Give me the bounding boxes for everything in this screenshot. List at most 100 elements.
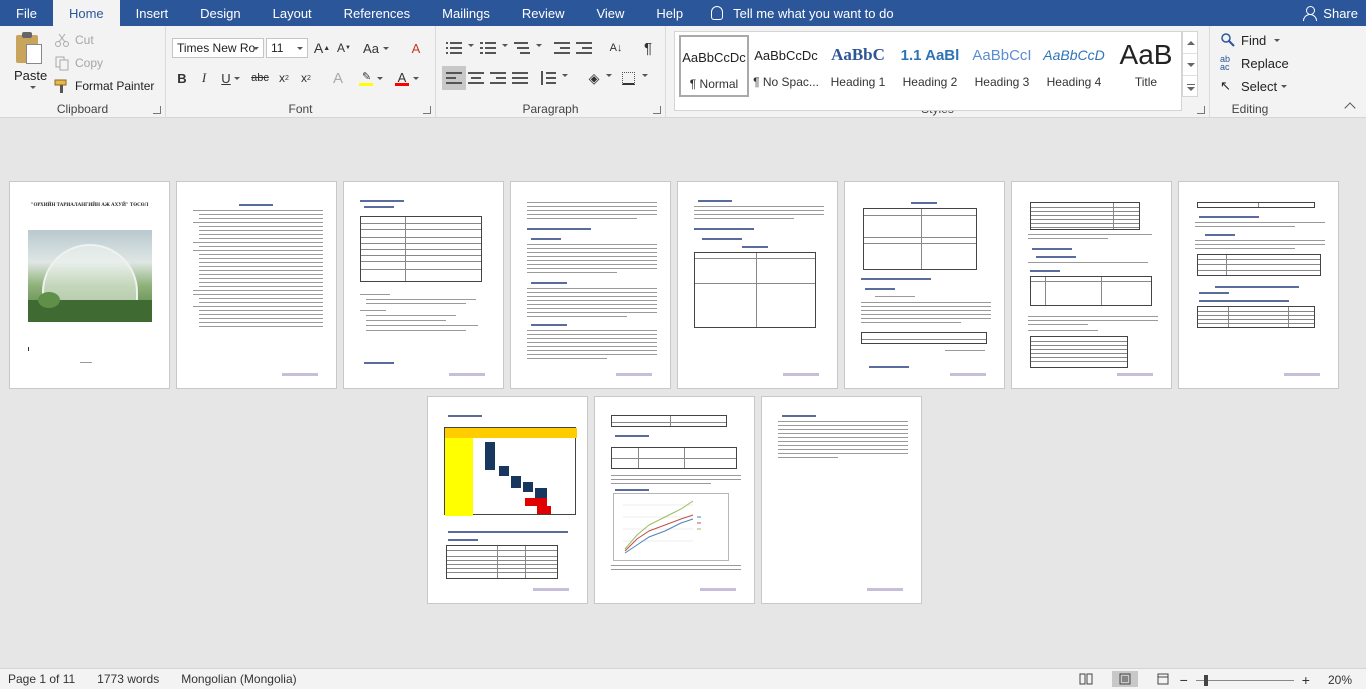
share-button[interactable]: Share — [1303, 0, 1358, 26]
tab-mailings[interactable]: Mailings — [426, 0, 506, 26]
styles-launcher-icon[interactable] — [1197, 106, 1205, 114]
strikethrough-icon[interactable]: abc — [250, 68, 270, 88]
editing-group-label: Editing — [1231, 102, 1269, 116]
page-thumbnail[interactable] — [176, 181, 337, 389]
style-title[interactable]: AaB Title — [1111, 35, 1181, 97]
clear-formatting-icon[interactable]: A — [406, 38, 426, 58]
sort-icon[interactable]: A↓ — [606, 38, 626, 58]
page-thumbnail[interactable] — [594, 396, 755, 604]
change-case-icon[interactable]: Aa — [362, 38, 390, 58]
underline-dropdown[interactable] — [232, 68, 242, 88]
format-painter-button[interactable]: Format Painter — [54, 78, 154, 94]
document-area[interactable]: "ОРХИЙН ТАРИАЛАНГИЙН АЖ АХУЙ" ТӨСӨЛ — [0, 119, 1366, 668]
paste-icon[interactable] — [14, 32, 44, 66]
tab-help[interactable]: Help — [640, 0, 699, 26]
zoom-out-icon[interactable]: − — [1180, 672, 1188, 688]
bullets-dropdown[interactable] — [464, 44, 474, 47]
style-normal[interactable]: AaBbCcDc ¶ Normal — [679, 35, 749, 97]
align-center-icon[interactable] — [468, 71, 484, 85]
line-spacing-icon[interactable] — [540, 71, 556, 85]
page-thumbnail[interactable]: "ОРХИЙН ТАРИАЛАНГИЙН АЖ АХУЙ" ТӨСӨЛ — [9, 181, 170, 389]
web-layout-button[interactable] — [1150, 671, 1176, 687]
page-thumbnail[interactable] — [844, 181, 1005, 389]
read-mode-button[interactable] — [1073, 671, 1099, 687]
font-family-value: Times New Ro — [177, 41, 256, 55]
paste-button[interactable]: Paste — [14, 68, 47, 83]
page-thumbnail[interactable] — [1178, 181, 1339, 389]
word-count[interactable]: 1773 words — [97, 672, 159, 686]
shading-dropdown[interactable] — [602, 74, 612, 77]
page-thumbnail[interactable] — [677, 181, 838, 389]
justify-icon[interactable] — [512, 71, 528, 85]
highlight-color-icon[interactable]: ✎ — [358, 68, 384, 88]
scroll-down-icon[interactable] — [1183, 54, 1197, 76]
zoom-slider[interactable] — [1195, 674, 1294, 686]
tab-references[interactable]: References — [328, 0, 426, 26]
style-heading-1[interactable]: AaBbC Heading 1 — [823, 35, 893, 97]
page-thumbnail[interactable] — [343, 181, 504, 389]
shading-icon[interactable]: ◈ — [584, 68, 604, 88]
paste-dropdown[interactable] — [26, 86, 36, 89]
font-family-select[interactable]: Times New Ro — [172, 38, 264, 58]
collapse-ribbon-icon[interactable] — [1344, 102, 1356, 114]
tell-me-search[interactable]: Tell me what you want to do — [699, 0, 894, 26]
tab-review[interactable]: Review — [506, 0, 581, 26]
tab-view[interactable]: View — [580, 0, 640, 26]
font-launcher-icon[interactable] — [423, 106, 431, 114]
page-thumbnail[interactable] — [427, 396, 588, 604]
line-spacing-dropdown[interactable] — [558, 74, 568, 77]
numbering-icon[interactable] — [480, 41, 496, 55]
find-button[interactable]: Find — [1220, 32, 1281, 48]
ribbon-tab-bar: File Home Insert Design Layout Reference… — [0, 0, 1366, 26]
style-heading-4[interactable]: AaBbCcD Heading 4 — [1039, 35, 1109, 97]
zoom-in-icon[interactable]: + — [1302, 672, 1310, 688]
cut-button[interactable]: Cut — [54, 32, 94, 48]
tab-layout[interactable]: Layout — [257, 0, 328, 26]
text-effects-icon[interactable]: A — [328, 68, 348, 88]
scroll-up-icon[interactable] — [1183, 32, 1197, 54]
align-left-icon[interactable] — [446, 71, 462, 85]
style-no-spacing[interactable]: AaBbCcDc ¶ No Spac... — [751, 35, 821, 97]
print-layout-button[interactable] — [1112, 671, 1138, 687]
numbering-dropdown[interactable] — [498, 44, 508, 47]
paragraph-launcher-icon[interactable] — [653, 106, 661, 114]
tab-file[interactable]: File — [0, 0, 53, 26]
bold-icon[interactable]: B — [172, 68, 192, 88]
style-heading-3[interactable]: AaBbCcI Heading 3 — [967, 35, 1037, 97]
replace-button[interactable]: ab ac Replace — [1220, 55, 1289, 72]
page-count[interactable]: Page 1 of 11 — [8, 672, 75, 686]
more-styles-icon[interactable] — [1183, 76, 1197, 98]
styles-gallery-scroll[interactable] — [1182, 31, 1198, 97]
clipboard-launcher-icon[interactable] — [153, 106, 161, 114]
subscript-icon[interactable]: x2 — [274, 68, 294, 88]
multilevel-list-icon[interactable] — [514, 41, 530, 55]
zoom-level[interactable]: 20% — [1328, 673, 1352, 687]
select-button[interactable]: ↖ Select — [1220, 78, 1288, 94]
font-color-icon[interactable]: A — [394, 68, 420, 88]
language-indicator[interactable]: Mongolian (Mongolia) — [181, 672, 296, 686]
page-thumbnail[interactable] — [761, 396, 922, 604]
borders-dropdown[interactable] — [638, 74, 648, 77]
multilevel-dropdown[interactable] — [532, 44, 542, 47]
copy-button[interactable]: Copy — [54, 55, 103, 71]
show-formatting-marks-icon[interactable]: ¶ — [638, 38, 658, 58]
page-thumbnail[interactable] — [510, 181, 671, 389]
shrink-font-icon[interactable]: A ▼ — [334, 38, 354, 58]
increase-indent-icon[interactable] — [576, 41, 592, 55]
tab-design[interactable]: Design — [184, 0, 256, 26]
align-right-icon[interactable] — [490, 71, 506, 85]
grow-font-icon[interactable]: A ▲ — [312, 38, 332, 58]
page-thumbnail[interactable] — [1011, 181, 1172, 389]
paintbrush-icon — [54, 79, 67, 93]
tab-home[interactable]: Home — [52, 0, 120, 26]
decrease-indent-icon[interactable] — [554, 41, 570, 55]
status-bar: Page 1 of 11 1773 words Mongolian (Mongo… — [0, 668, 1366, 689]
font-size-select[interactable]: 11 — [266, 38, 308, 58]
italic-icon[interactable]: I — [194, 68, 214, 88]
tab-insert[interactable]: Insert — [120, 0, 185, 26]
style-heading-2[interactable]: 1.1 AaBl Heading 2 — [895, 35, 965, 97]
superscript-icon[interactable]: x2 — [296, 68, 316, 88]
bullets-icon[interactable] — [446, 41, 462, 55]
borders-icon[interactable] — [618, 68, 638, 88]
zoom-slider-thumb[interactable] — [1203, 674, 1208, 686]
